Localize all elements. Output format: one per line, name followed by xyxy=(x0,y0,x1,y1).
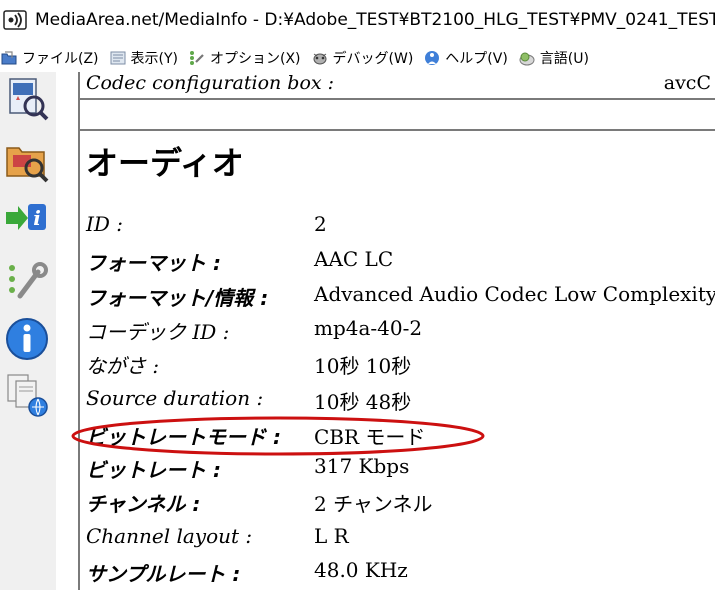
row-label: フォーマット/情報 : xyxy=(86,286,269,310)
row-label: ビットレート : xyxy=(86,458,221,482)
row-value: Advanced Audio Codec Low Complexity xyxy=(314,282,715,306)
codec-config-value: avcC xyxy=(663,72,711,94)
web-report-icon[interactable] xyxy=(4,372,50,418)
row-value: mp4a-40-2 xyxy=(314,316,423,340)
row-value: 2 xyxy=(314,212,327,236)
menu-help-label: ヘルプ(V) xyxy=(445,51,508,67)
content-left-border xyxy=(78,72,80,590)
row-value: 48.0 KHz xyxy=(314,558,408,582)
info-row-id: ID : 2 xyxy=(86,212,715,246)
debug-icon xyxy=(311,49,329,67)
menu-view-label: 表示(Y) xyxy=(130,51,178,67)
language-icon xyxy=(518,49,536,67)
row-label: フォーマット : xyxy=(86,251,221,275)
row-value: 2 チャンネル xyxy=(314,492,433,516)
row-value: 10秒 10秒 xyxy=(314,354,412,378)
title-bar: MediaArea.net/MediaInfo - D:¥Adobe_TEST¥… xyxy=(0,0,715,40)
row-label: サンプルレート : xyxy=(86,562,241,586)
mediainfo-window: MediaArea.net/MediaInfo - D:¥Adobe_TEST¥… xyxy=(0,0,715,590)
info-row-bitrate-mode: ビットレートモード : CBR モード xyxy=(86,421,715,455)
section-divider xyxy=(78,129,715,131)
menu-file[interactable]: ファイル(Z) xyxy=(0,48,99,68)
menu-bar: ファイル(Z) 表示(Y) オプション(X) デバッグ(W) ヘルプ(V) 言語… xyxy=(0,44,715,72)
menu-options[interactable]: オプション(X) xyxy=(188,48,301,68)
help-icon xyxy=(423,49,441,67)
menu-help[interactable]: ヘルプ(V) xyxy=(423,48,508,68)
menu-language[interactable]: 言語(U) xyxy=(518,48,589,68)
row-value: CBR モード xyxy=(314,425,426,449)
table-divider xyxy=(78,98,715,100)
info-row-sample-rate: サンプルレート : 48.0 KHz xyxy=(86,558,715,590)
menu-debug[interactable]: デバッグ(W) xyxy=(311,48,414,68)
row-label: チャンネル : xyxy=(86,492,201,516)
info-row-format: フォーマット : AAC LC xyxy=(86,247,715,281)
about-icon[interactable] xyxy=(4,316,50,362)
row-value: 10秒 48秒 xyxy=(314,390,412,414)
view-icon xyxy=(109,49,127,67)
mediainfo-app-icon xyxy=(3,8,27,32)
row-label: Source duration : xyxy=(86,386,264,410)
preferences-icon[interactable] xyxy=(4,258,50,304)
export-info-icon[interactable]: i xyxy=(4,196,50,242)
row-label: ながさ : xyxy=(86,354,160,378)
menu-language-label: 言語(U) xyxy=(539,51,589,67)
row-label: Channel layout : xyxy=(86,524,253,548)
row-label: ビットレートモード : xyxy=(86,425,281,449)
info-row-channels: チャンネル : 2 チャンネル xyxy=(86,488,715,522)
info-row-codec-id: コーデック ID : mp4a-40-2 xyxy=(86,316,715,350)
menu-view[interactable]: 表示(Y) xyxy=(109,48,178,68)
info-content: Codec configuration box : avcC オーディオ ID … xyxy=(56,72,715,590)
info-row-channel-layout: Channel layout : L R xyxy=(86,524,715,558)
svg-text:i: i xyxy=(33,206,41,230)
options-icon xyxy=(188,49,206,67)
menu-options-label: オプション(X) xyxy=(210,51,301,67)
codec-config-row: Codec configuration box : avcC xyxy=(86,72,715,100)
row-label: ID : xyxy=(86,212,124,236)
info-row-source-duration: Source duration : 10秒 48秒 xyxy=(86,386,715,420)
row-value: AAC LC xyxy=(314,247,394,271)
info-row-bitrate: ビットレート : 317 Kbps xyxy=(86,454,715,488)
folder-icon xyxy=(0,49,18,67)
window-title: MediaArea.net/MediaInfo - D:¥Adobe_TEST¥… xyxy=(35,10,715,30)
menu-debug-label: デバッグ(W) xyxy=(332,51,414,67)
row-value: 317 Kbps xyxy=(314,454,410,478)
audio-section-title: オーディオ xyxy=(86,144,244,182)
row-value: L R xyxy=(314,524,349,548)
left-toolbar: i xyxy=(0,72,56,590)
info-row-format-info: フォーマット/情報 : Advanced Audio Codec Low Com… xyxy=(86,282,715,316)
codec-config-label: Codec configuration box : xyxy=(86,72,335,94)
menu-file-label: ファイル(Z) xyxy=(22,51,99,67)
open-folder-icon[interactable] xyxy=(4,138,50,184)
open-file-icon[interactable] xyxy=(4,76,50,122)
row-label: コーデック ID : xyxy=(86,320,230,344)
info-row-duration: ながさ : 10秒 10秒 xyxy=(86,350,715,384)
